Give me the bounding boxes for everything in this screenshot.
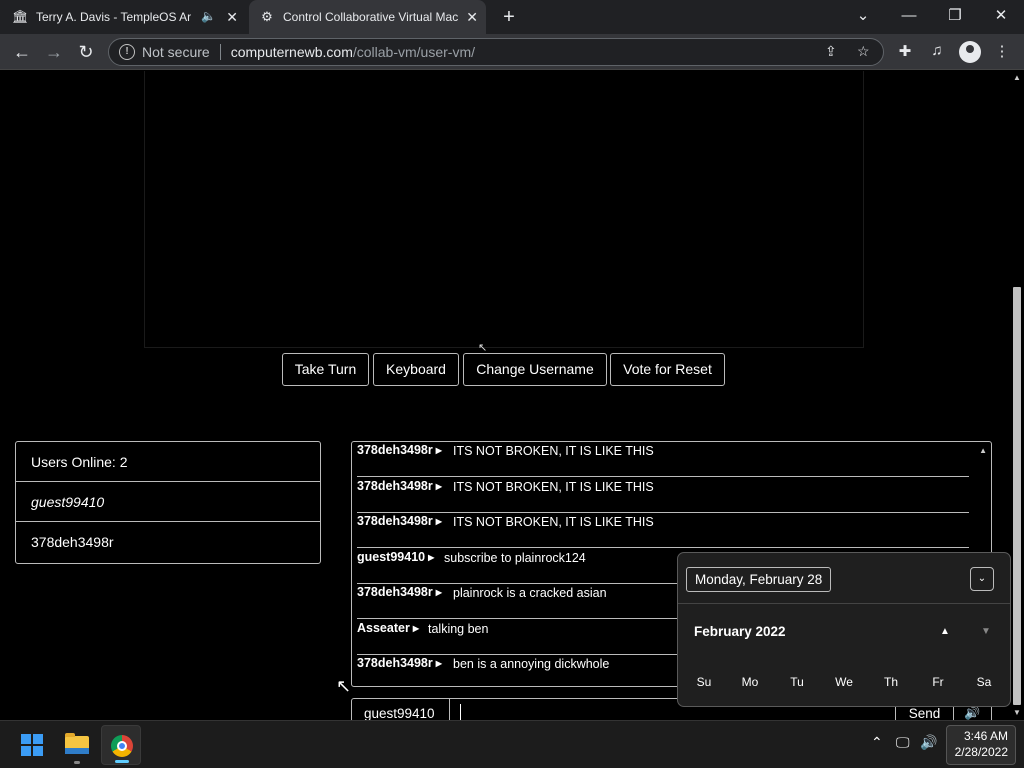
restore-button[interactable]: ❐ [940,4,970,28]
divider [219,44,221,60]
arrow-right-icon: ▶ [435,588,442,597]
scroll-down-arrow-icon[interactable]: ▼ [1013,708,1021,717]
chat-username: guest99410 ▶ [357,550,435,564]
chat-text: talking ben [428,622,489,636]
weekday-label: Mo [741,675,759,689]
scroll-up-arrow-icon[interactable]: ▲ [1013,73,1021,82]
chat-username: 378deh3498r ▶ [357,479,442,493]
divider [678,603,1010,604]
chrome-icon[interactable] [101,725,141,765]
kebab-menu-icon[interactable]: ⋮ [992,42,1012,60]
chat-username: 378deh3498r ▶ [357,585,442,599]
chat-text: subscribe to plainrock124 [444,551,586,565]
user-list-item[interactable]: guest99410 [16,482,320,522]
arrow-right-icon: ▶ [428,553,435,562]
bookmark-star-icon[interactable]: ☆ [857,43,870,60]
weekday-label: Tu [790,675,804,689]
chevron-down-icon[interactable]: ⌄ [970,567,994,591]
browser-tab-bar: 🏛 Terry A. Davis - TempleOS Ar 🔈 ✕ ⚙ Con… [0,0,1024,34]
temple-icon: 🏛 [12,9,29,24]
show-hidden-icons-chevron-icon[interactable]: ⌃ [871,734,883,751]
previous-month-arrow-icon[interactable]: ▲ [940,626,950,637]
chat-message: 378deh3498r ▶ ITS NOT BROKEN, IT IS LIKE … [357,477,969,513]
muted-speaker-icon[interactable]: 🔈 [201,9,216,23]
vote-reset-button[interactable]: Vote for Reset [610,353,725,386]
new-tab-button[interactable]: + [498,6,520,28]
profile-avatar[interactable] [959,41,981,63]
chat-username: 378deh3498r ▶ [357,514,442,528]
change-username-button[interactable]: Change Username [463,353,607,386]
windows-taskbar: ⌃ 🖵 🔊 3:46 AM 2/28/2022 [0,720,1024,768]
tab-title: Control Collaborative Virtual Mac [283,10,459,24]
arrow-right-icon: ▶ [435,446,442,455]
tab-templeos[interactable]: 🏛 Terry A. Davis - TempleOS Ar 🔈 ✕ [12,0,246,34]
mouse-pointer-icon: ↖ [336,676,352,696]
keyboard-button[interactable]: Keyboard [373,353,459,386]
back-arrow-icon[interactable]: ← [11,41,33,63]
chat-text: ITS NOT BROKEN, IT IS LIKE THIS [453,444,654,458]
warning-icon[interactable]: ! [119,44,135,60]
forward-arrow-icon[interactable]: → [43,41,65,63]
reload-icon[interactable]: ↻ [75,41,97,63]
arrow-right-icon: ▶ [435,517,442,526]
scrollbar-thumb[interactable] [1013,287,1021,705]
chat-username: 378deh3498r ▶ [357,656,442,670]
close-tab-icon[interactable]: ✕ [466,9,478,25]
next-month-arrow-icon[interactable]: ▼ [981,626,991,637]
speaker-icon[interactable]: 🔊 [920,734,937,751]
browser-toolbar: ← → ↻ ! Not secure computernewb.com/coll… [0,34,1024,70]
tab-search-chevron-icon[interactable]: ⌄ [848,4,878,28]
clock-time: 3:46 AM [963,729,1008,743]
taskbar-clock[interactable]: 3:46 AM 2/28/2022 [946,725,1016,765]
network-icon[interactable]: 🖵 [896,734,910,751]
arrow-right-icon: ▶ [412,624,419,633]
users-online-panel: Users Online: 2 guest99410 378deh3498r [15,441,321,564]
vm-display[interactable] [144,71,864,348]
minimize-button[interactable]: — [894,4,924,28]
selected-date[interactable]: Monday, February 28 [686,567,832,592]
arrow-right-icon: ▶ [435,482,442,491]
security-label[interactable]: Not secure [142,44,210,60]
scroll-up-arrow-icon[interactable]: ▲ [979,446,987,455]
chat-text: ben is a annoying dickwhole [453,657,610,671]
page-scrollbar[interactable]: ▲ ▼ [1010,71,1024,720]
clock-date: 2/28/2022 [954,745,1008,759]
chat-username: 378deh3498r ▶ [357,443,442,457]
windows-start-icon[interactable] [12,725,52,765]
weekday-label: Su [696,675,712,689]
file-explorer-icon[interactable] [57,725,97,765]
url-host: computernewb.com [230,44,353,60]
close-tab-icon[interactable]: ✕ [226,9,238,25]
extensions-puzzle-icon[interactable]: ✚ [895,42,915,60]
close-window-button[interactable]: ✕ [986,4,1016,28]
chat-username-label: guest99410 [352,699,450,720]
weekday-label: Fr [932,675,944,689]
take-turn-button[interactable]: Take Turn [282,353,369,386]
chat-username: Asseater ▶ [357,621,419,635]
weekday-label: Th [883,675,898,689]
tab-title: Terry A. Davis - TempleOS Ar [36,10,191,24]
chat-message: 378deh3498r ▶ ITS NOT BROKEN, IT IS LIKE … [357,512,969,548]
chat-message: 378deh3498r ▶ ITS NOT BROKEN, IT IS LIKE … [357,442,969,477]
weekday-label: Sa [976,675,992,689]
media-control-icon[interactable]: ♫ [927,42,947,59]
arrow-right-icon: ▶ [435,659,442,668]
users-online-header: Users Online: 2 [16,442,320,482]
chat-text: plainrock is a cracked asian [453,586,607,600]
tab-collabvm[interactable]: ⚙ Control Collaborative Virtual Mac ✕ [249,0,486,34]
share-icon[interactable]: ⇪ [825,43,837,60]
calendar-flyout: Monday, February 28 ⌄ February 2022 ▲ ▼ … [677,552,1011,707]
user-list-item[interactable]: 378deh3498r [16,522,320,562]
chat-text: ITS NOT BROKEN, IT IS LIKE THIS [453,480,654,494]
url-path: /collab-vm/user-vm/ [352,44,476,60]
collabvm-icon: ⚙ [261,9,273,24]
weekday-label: We [835,675,853,689]
calendar-month-label[interactable]: February 2022 [694,624,786,639]
chat-text: ITS NOT BROKEN, IT IS LIKE THIS [453,515,654,529]
address-bar[interactable]: ! Not secure computernewb.com/collab-vm/… [108,38,884,66]
